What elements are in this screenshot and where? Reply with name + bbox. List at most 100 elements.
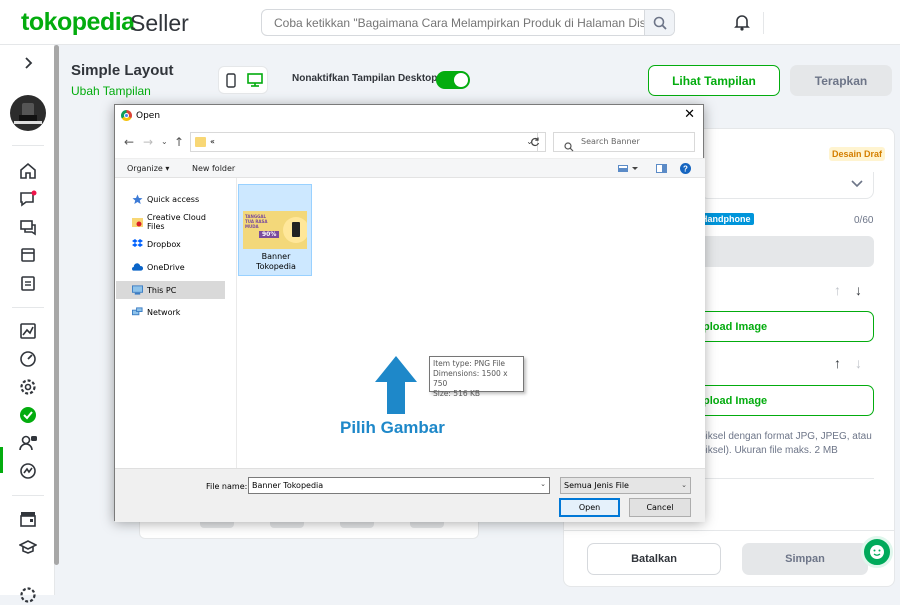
close-icon[interactable]: ✕ bbox=[684, 107, 695, 122]
dialog-bottom-bar: File name: Banner Tokopedia ⌄ Semua Jeni… bbox=[115, 468, 705, 522]
chart-icon bbox=[20, 323, 36, 339]
sidebar-scrollbar[interactable] bbox=[54, 45, 59, 565]
sidebar-item-decoration[interactable] bbox=[18, 405, 38, 425]
chevron-down-icon: ⌄ bbox=[681, 481, 687, 489]
banner-title-input[interactable] bbox=[700, 236, 874, 267]
apply-button[interactable]: Terapkan bbox=[790, 65, 892, 96]
dialog-search-box[interactable]: Search Banner bbox=[553, 132, 695, 152]
move-up-icon[interactable]: ↑ bbox=[834, 282, 841, 298]
move-up-icon[interactable]: ↑ bbox=[834, 355, 841, 371]
recent-chevron-icon[interactable]: ⌄ bbox=[161, 137, 168, 146]
file-type-select[interactable]: Semua Jenis File ⌄ bbox=[560, 477, 691, 494]
dialog-file-pane: TANGGAL TUA RASA MUDA 90% Banner Tokoped… bbox=[237, 178, 705, 468]
new-folder-button[interactable]: New folder bbox=[192, 164, 235, 173]
nav-item-dropbox[interactable]: Dropbox bbox=[116, 235, 225, 253]
discussion-icon bbox=[20, 220, 36, 236]
nav-item-this-pc[interactable]: This PC bbox=[116, 281, 225, 299]
monitor-icon bbox=[132, 285, 143, 296]
monitor-icon bbox=[247, 73, 263, 87]
sidebar-separator bbox=[12, 307, 44, 308]
sidebar-item-admin[interactable] bbox=[18, 433, 38, 453]
nav-item-creative-cloud[interactable]: Creative Cloud Files bbox=[116, 213, 225, 231]
move-down-icon[interactable]: ↓ bbox=[855, 355, 862, 371]
page-title: Simple Layout bbox=[71, 62, 174, 79]
forward-arrow-icon[interactable]: → bbox=[143, 135, 153, 149]
dialog-cancel-button[interactable]: Cancel bbox=[629, 498, 691, 517]
home-icon bbox=[20, 162, 36, 179]
sidebar-item-performance[interactable] bbox=[18, 349, 38, 369]
device-badge: Handphone bbox=[698, 213, 754, 225]
file-type-value: Semua Jenis File bbox=[564, 481, 629, 490]
sidebar-item-discussion[interactable] bbox=[18, 217, 38, 237]
gear-icon bbox=[20, 587, 36, 603]
upload-image-button-2[interactable]: pload Image bbox=[700, 385, 874, 416]
file-name-value: Banner Tokopedia bbox=[252, 481, 324, 490]
sidebar-item-shop[interactable] bbox=[18, 509, 38, 529]
sidebar-item-more-settings[interactable] bbox=[18, 585, 38, 605]
desktop-toggle-label: Nonaktifkan Tampilan Desktop bbox=[292, 73, 438, 84]
up-arrow-icon[interactable]: ↑ bbox=[174, 135, 184, 149]
speedometer-icon bbox=[20, 351, 36, 367]
file-name-input[interactable]: Banner Tokopedia ⌄ bbox=[248, 477, 550, 494]
tokopedia-logo[interactable]: tokopedia bbox=[21, 8, 135, 37]
sidebar-collapse-button[interactable] bbox=[18, 53, 38, 73]
preview-button[interactable]: Lihat Tampilan bbox=[648, 65, 780, 96]
sidebar-item-ads[interactable] bbox=[18, 461, 38, 481]
cancel-button[interactable]: Batalkan bbox=[587, 543, 721, 575]
desktop-toggle-switch[interactable] bbox=[436, 71, 470, 89]
desktop-view-button[interactable] bbox=[243, 67, 267, 93]
chevron-down-icon bbox=[851, 175, 863, 193]
nav-item-quick-access[interactable]: Quick access bbox=[116, 190, 225, 208]
move-down-icon[interactable]: ↓ bbox=[855, 282, 862, 298]
file-name-field-label: File name: bbox=[206, 482, 248, 491]
shop-avatar[interactable] bbox=[10, 95, 46, 131]
upload-image-button-1[interactable]: pload Image bbox=[700, 311, 874, 342]
gear-icon bbox=[20, 379, 36, 395]
file-thumbnail: TANGGAL TUA RASA MUDA 90% bbox=[243, 211, 307, 249]
mobile-view-button[interactable] bbox=[219, 67, 243, 93]
preview-pane-icon[interactable] bbox=[656, 164, 667, 175]
help-icon[interactable]: ? bbox=[680, 163, 691, 176]
box-icon bbox=[21, 248, 35, 262]
sidebar-item-products[interactable] bbox=[18, 245, 38, 265]
view-options-icon[interactable] bbox=[618, 164, 638, 175]
tooltip-dimensions: Dimensions: 1500 x 750 bbox=[433, 369, 508, 388]
sidebar-item-home[interactable] bbox=[18, 161, 38, 181]
upload-help-text: piksel dengan format JPG, JPEG, atau pik… bbox=[700, 430, 880, 458]
search-button[interactable] bbox=[644, 10, 674, 35]
star-icon bbox=[132, 194, 143, 205]
open-button[interactable]: Open bbox=[559, 498, 620, 517]
address-bar[interactable]: « ⌄ bbox=[190, 132, 538, 152]
nav-item-network[interactable]: Network bbox=[116, 303, 225, 321]
chevron-down-icon[interactable]: ⌄ bbox=[540, 480, 546, 488]
cloud-folder-icon bbox=[132, 217, 143, 228]
back-arrow-icon[interactable]: ← bbox=[124, 135, 134, 149]
nav-item-label: Dropbox bbox=[147, 239, 181, 249]
section-dropdown[interactable] bbox=[700, 172, 874, 199]
sidebar-item-statistics[interactable] bbox=[18, 321, 38, 341]
search-icon bbox=[653, 16, 667, 30]
sidebar-separator bbox=[12, 145, 44, 146]
nav-item-label: OneDrive bbox=[147, 262, 185, 272]
refresh-button[interactable] bbox=[524, 132, 546, 152]
change-layout-link[interactable]: Ubah Tampilan bbox=[71, 84, 151, 98]
megaphone-icon bbox=[20, 463, 36, 479]
address-text: « bbox=[210, 137, 215, 146]
save-button[interactable]: Simpan bbox=[742, 543, 868, 575]
status-badge: Desain Draf bbox=[829, 147, 886, 161]
nav-item-onedrive[interactable]: OneDrive bbox=[116, 258, 225, 276]
organize-menu[interactable]: Organize ▾ bbox=[127, 164, 169, 173]
bell-icon bbox=[734, 15, 750, 31]
sidebar-item-chat[interactable] bbox=[18, 189, 38, 209]
panel-divider bbox=[700, 478, 874, 479]
sidebar-item-education[interactable] bbox=[18, 537, 38, 557]
notification-bell-button[interactable] bbox=[734, 13, 750, 36]
logo-seller-text: Seller bbox=[130, 10, 189, 36]
dialog-toolbar: Organize ▾ New folder ? bbox=[115, 158, 705, 178]
sidebar-item-settings[interactable] bbox=[18, 377, 38, 397]
file-item-banner-tokopedia[interactable]: TANGGAL TUA RASA MUDA 90% Banner Tokoped… bbox=[238, 184, 312, 276]
sidebar-item-orders[interactable] bbox=[18, 273, 38, 293]
file-name-line: Banner bbox=[261, 252, 291, 261]
chat-bot-button[interactable] bbox=[861, 536, 893, 568]
help-search-input[interactable] bbox=[262, 10, 644, 35]
